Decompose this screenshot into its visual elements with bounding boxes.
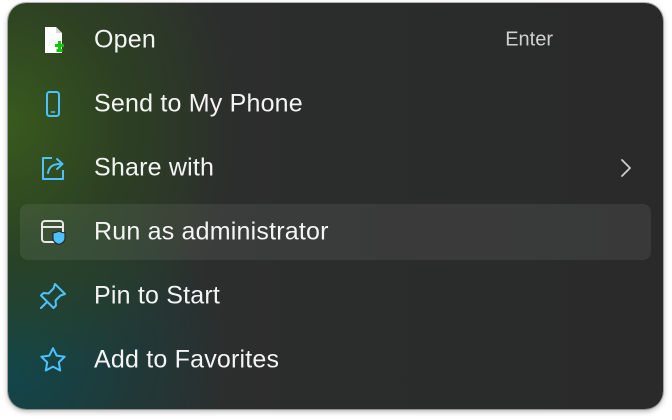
phone-icon: [38, 89, 68, 119]
admin-shield-icon: [38, 217, 68, 247]
menu-item-add-to-favorites[interactable]: Add to Favorites: [20, 332, 651, 388]
menu-item-open[interactable]: Open Enter: [20, 12, 651, 68]
chevron-right-icon: [619, 157, 633, 179]
menu-item-label: Run as administrator: [94, 217, 329, 246]
menu-item-label: Pin to Start: [94, 281, 221, 310]
context-menu: Open Enter Send to My Phone Share with R…: [8, 3, 663, 409]
menu-item-share-with[interactable]: Share with: [20, 140, 651, 196]
document-open-icon: [38, 25, 68, 55]
menu-item-label: Open: [94, 25, 156, 54]
menu-item-pin-to-start[interactable]: Pin to Start: [20, 268, 651, 324]
menu-item-run-as-administrator[interactable]: Run as administrator: [20, 204, 651, 260]
menu-item-send-to-my-phone[interactable]: Send to My Phone: [20, 76, 651, 132]
pin-icon: [38, 281, 68, 311]
share-icon: [38, 153, 68, 183]
menu-item-label: Share with: [94, 153, 215, 182]
shortcut-hint: Enter: [505, 28, 553, 51]
star-icon: [38, 345, 68, 375]
menu-item-label: Send to My Phone: [94, 89, 303, 118]
menu-item-label: Add to Favorites: [94, 345, 280, 374]
